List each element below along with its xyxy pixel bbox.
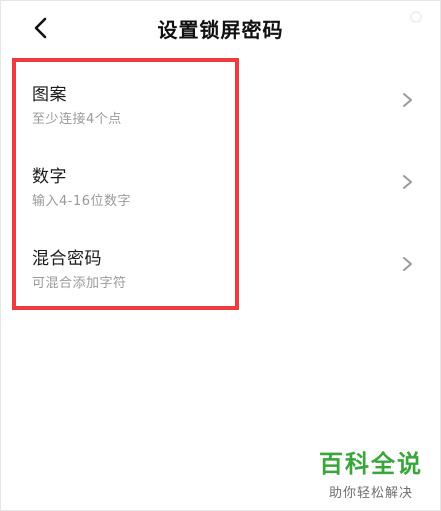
option-subtitle: 输入4-16位数字 — [32, 194, 132, 209]
top-bar: 设置锁屏密码 — [0, 0, 441, 56]
option-numeric[interactable]: 数字 输入4-16位数字 — [16, 148, 426, 220]
option-title: 图案 — [32, 85, 67, 105]
option-mixed-password[interactable]: 混合密码 可混合添加字符 — [16, 230, 426, 302]
option-subtitle: 可混合添加字符 — [32, 276, 127, 291]
option-title: 数字 — [32, 167, 67, 187]
status-indicator-icon — [410, 11, 422, 23]
option-title: 混合密码 — [32, 249, 102, 269]
watermark-title: 百科全说 — [319, 450, 423, 478]
chevron-right-icon — [403, 257, 412, 271]
chevron-right-icon — [403, 93, 412, 107]
page-title: 设置锁屏密码 — [157, 18, 284, 42]
option-subtitle: 至少连接4个点 — [32, 112, 122, 127]
watermark-subtitle: 助你轻松解决 — [328, 486, 413, 501]
chevron-right-icon — [403, 175, 412, 189]
watermark-logo: 百科全说 助你轻松解决 — [315, 450, 427, 501]
option-pattern[interactable]: 图案 至少连接4个点 — [16, 66, 426, 138]
